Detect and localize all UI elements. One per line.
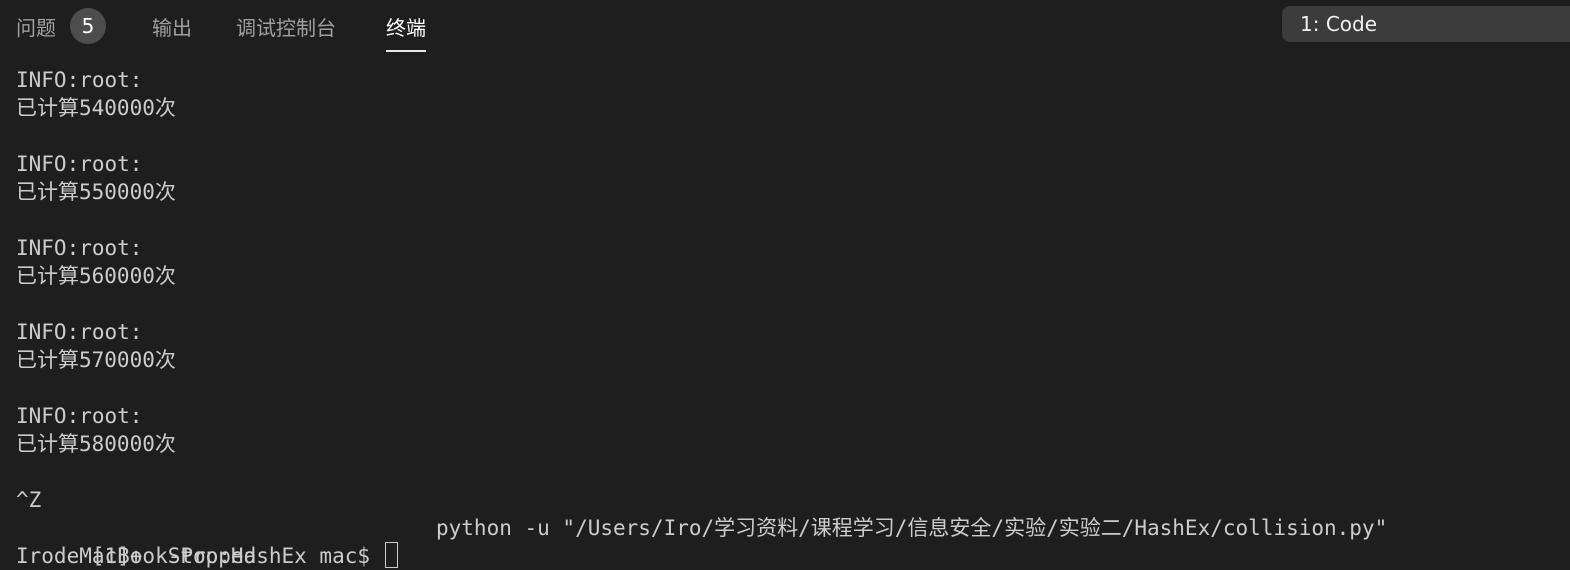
tab-debug-console-label: 调试控制台: [236, 15, 336, 40]
log-logger: INFO:root:: [16, 404, 143, 428]
job-command: python -u "/Users/Iro/学习资料/课程学习/信息安全/实验/…: [436, 516, 1388, 540]
tab-output[interactable]: 输出: [152, 0, 192, 52]
log-logger: INFO:root:: [16, 152, 143, 176]
log-logger: INFO:root:: [16, 68, 143, 92]
job-status: [1]+ Stopped: [91, 544, 257, 568]
tab-terminal-label: 终端: [386, 15, 426, 40]
tab-debug-console[interactable]: 调试控制台: [236, 0, 336, 52]
log-message: 已计算540000次: [16, 96, 176, 120]
log-entry: INFO:root: 已计算570000次: [16, 318, 1570, 374]
terminal-instance-value: 1: Code: [1300, 12, 1378, 36]
log-logger: INFO:root:: [16, 236, 143, 260]
tab-problems-label: 问题: [16, 15, 56, 40]
terminal-output[interactable]: INFO:root: 已计算540000次 INFO:root: 已计算5500…: [16, 66, 1570, 570]
log-entry: INFO:root: 已计算550000次: [16, 150, 1570, 206]
log-message: 已计算570000次: [16, 348, 176, 372]
log-entry: INFO:root: 已计算580000次: [16, 402, 1570, 458]
terminal-instance-select[interactable]: 1: Code: [1282, 6, 1570, 42]
tab-output-label: 输出: [152, 15, 192, 40]
terminal-cursor: [384, 542, 398, 568]
job-stopped-line: [1]+ Stopped python -u "/Users/Iro/学习资料/…: [16, 514, 1570, 568]
log-logger: INFO:root:: [16, 320, 143, 344]
log-message: 已计算580000次: [16, 432, 176, 456]
log-message: 已计算550000次: [16, 180, 176, 204]
tab-problems[interactable]: 问题 5: [16, 0, 106, 52]
interrupt-signal: ^Z: [16, 488, 42, 512]
panel-tab-bar: 问题 5 输出 调试控制台 终端 1: Code: [0, 0, 1570, 52]
log-entry: INFO:root: 已计算560000次: [16, 234, 1570, 290]
tab-terminal[interactable]: 终端: [386, 0, 426, 52]
log-entry: INFO:root: 已计算540000次: [16, 66, 1570, 122]
log-message: 已计算560000次: [16, 264, 176, 288]
problems-count-badge: 5: [70, 8, 106, 44]
terminal-panel: 问题 5 输出 调试控制台 终端 1: Code INFO:root: 已计算5…: [0, 0, 1570, 570]
